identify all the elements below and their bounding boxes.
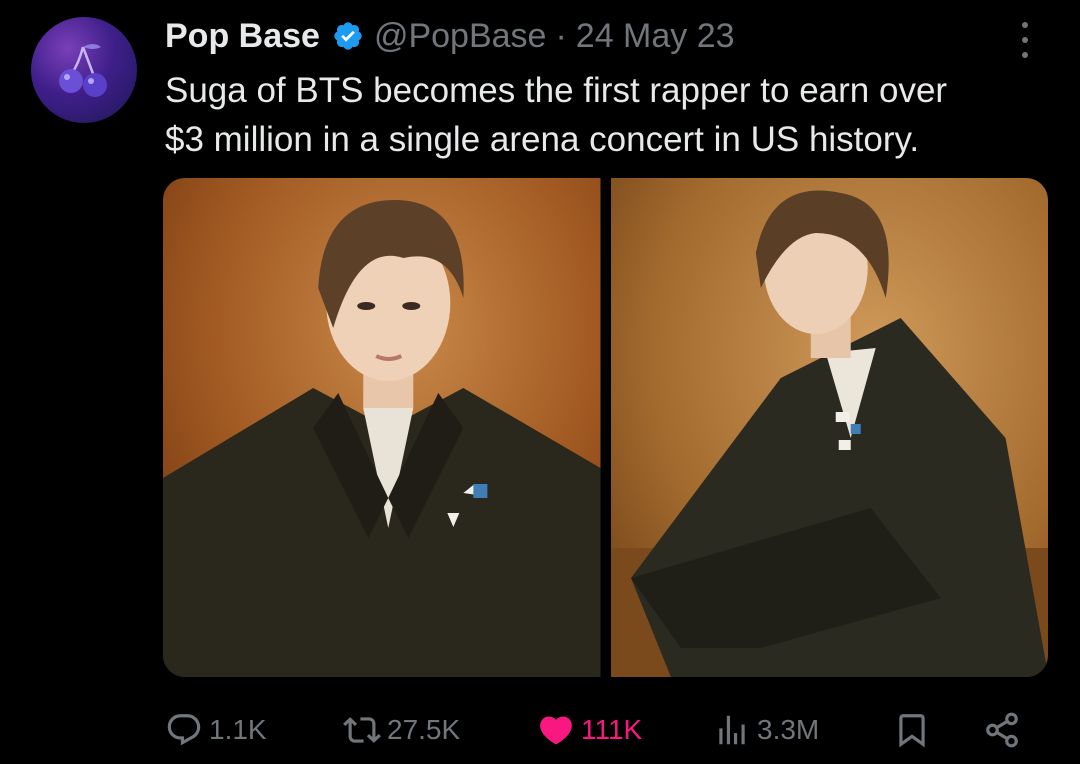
- bookmark-icon: [899, 714, 925, 748]
- separator-dot: ·: [555, 16, 567, 55]
- retweet-button[interactable]: 27.5K: [343, 705, 460, 755]
- tweet-header: Pop Base @PopBase · 24 May 23: [165, 14, 735, 58]
- reply-count: 1.1K: [209, 714, 267, 745]
- more-options-icon[interactable]: [1013, 22, 1037, 58]
- heart-icon: [540, 716, 572, 745]
- tweet-text-line: Suga of BTS becomes the first rapper to …: [165, 71, 948, 110]
- like-count: 111K: [581, 714, 643, 745]
- display-name[interactable]: Pop Base: [165, 17, 320, 56]
- action-bar: 1.1K 27.5K 111K 3.3M: [165, 705, 1025, 755]
- reply-button[interactable]: 1.1K: [165, 705, 267, 755]
- handle[interactable]: @PopBase: [374, 17, 547, 56]
- retweet-count: 27.5K: [387, 714, 461, 745]
- bookmark-button[interactable]: [893, 705, 931, 755]
- like-button[interactable]: 111K: [537, 705, 642, 755]
- views-count: 3.3M: [757, 714, 820, 745]
- reply-icon: [167, 714, 201, 746]
- tweet-text: Suga of BTS becomes the first rapper to …: [165, 66, 1045, 164]
- tweet-text-line: $3 million in a single arena concert in …: [165, 120, 920, 159]
- share-icon: [986, 712, 1018, 748]
- verified-badge-icon: [332, 20, 364, 52]
- retweet-icon: [343, 717, 381, 743]
- media-grid: [163, 178, 1048, 677]
- share-button[interactable]: [983, 705, 1021, 755]
- photo-2[interactable]: [610, 178, 1048, 677]
- tweet[interactable]: Pop Base @PopBase · 24 May 23 Suga of BT…: [0, 0, 1080, 764]
- views-icon: [719, 715, 745, 745]
- views-button[interactable]: 3.3M: [713, 705, 819, 755]
- photo-1[interactable]: [163, 178, 601, 677]
- avatar[interactable]: [31, 17, 137, 123]
- tweet-date[interactable]: 24 May 23: [576, 17, 735, 56]
- cherry-icon: [59, 44, 107, 97]
